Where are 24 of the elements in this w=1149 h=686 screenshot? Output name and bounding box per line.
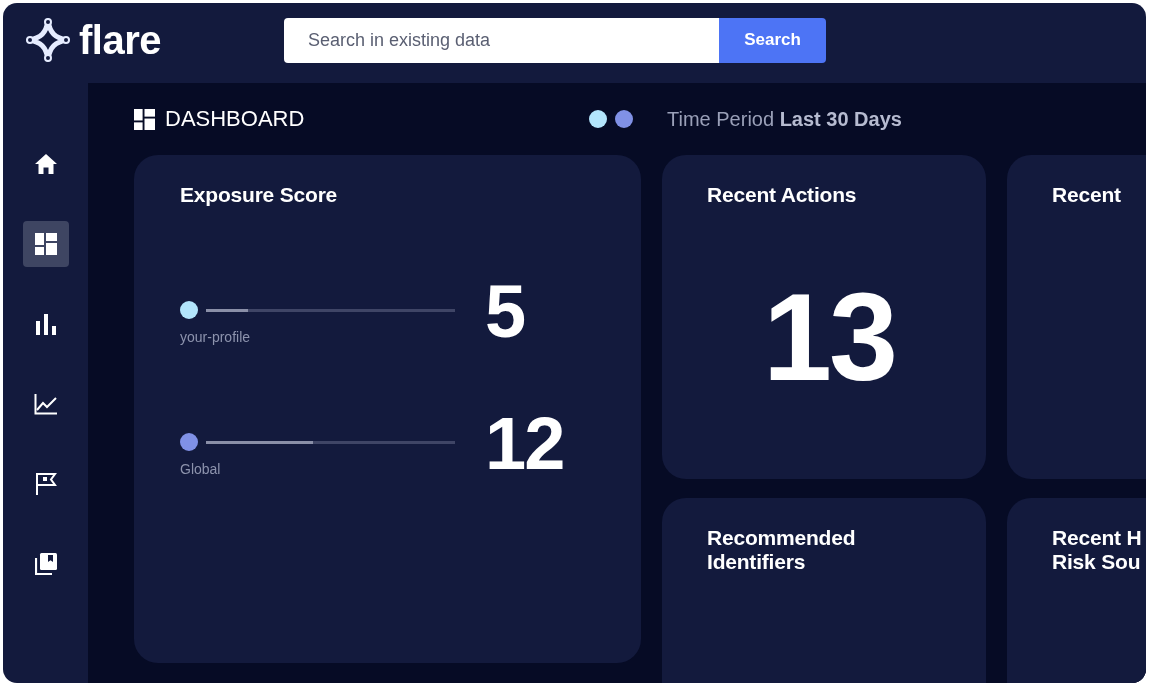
score-value: 5 bbox=[485, 275, 525, 350]
dashboard-icon bbox=[134, 108, 155, 130]
home-icon bbox=[33, 153, 58, 175]
line-chart-icon bbox=[33, 393, 58, 415]
dashboard-icon bbox=[34, 233, 57, 255]
series-label: Global bbox=[180, 461, 222, 478]
score-value: 12 bbox=[485, 407, 564, 482]
series-label: your-profile bbox=[180, 329, 252, 346]
library-icon bbox=[34, 553, 57, 575]
card-title: Exposure Score bbox=[180, 183, 339, 208]
card-title: Recommended Identifiers bbox=[707, 526, 857, 575]
logo-icon bbox=[25, 17, 71, 63]
bar-chart-icon bbox=[34, 313, 57, 335]
nav-item[interactable] bbox=[22, 221, 69, 267]
time-period-label[interactable]: Time Period Last 30 Days bbox=[667, 107, 902, 131]
page-title: DASHBOARD bbox=[165, 106, 305, 132]
card-title: Recent H Risk Sou bbox=[1052, 526, 1143, 575]
card-title: Recent Actions bbox=[707, 183, 858, 208]
logo-text: flare bbox=[79, 17, 161, 63]
search-button[interactable]: Search bbox=[719, 17, 826, 63]
flag-icon bbox=[34, 472, 57, 496]
search-field[interactable]: Search in existing data bbox=[284, 17, 719, 63]
stat-value: 13 bbox=[762, 275, 896, 400]
card-title: Recent bbox=[1052, 183, 1122, 208]
